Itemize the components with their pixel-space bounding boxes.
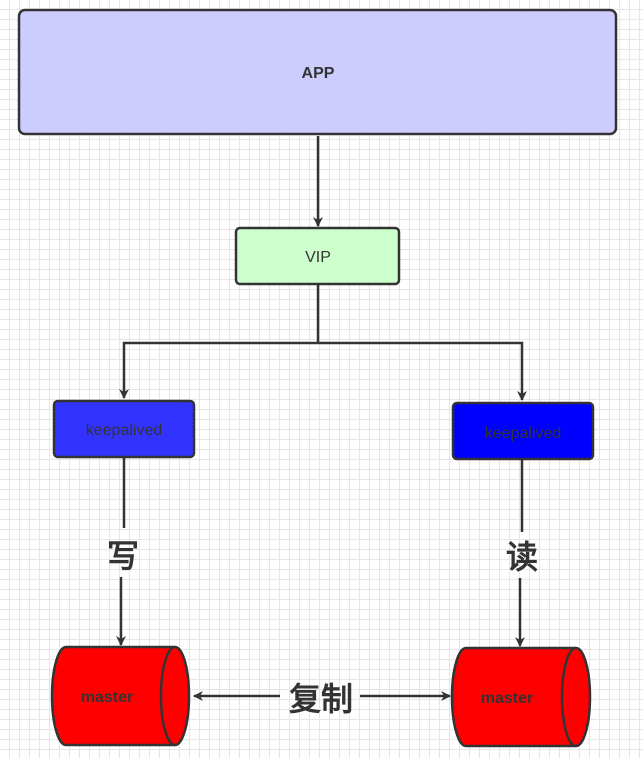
master-right-label: master [481,690,533,707]
keepalived-left-node[interactable]: keepalived [52,399,196,459]
write-label: 写 [107,538,139,574]
keepalived-left-label: keepalived [86,422,163,439]
app-node[interactable]: APP [17,8,618,136]
edge-vip-to-keepalived-right [318,341,527,401]
app-label: APP [302,65,335,82]
keepalived-right-label: keepalived [485,425,562,442]
architecture-diagram: APP VIP keepalived keepalived 写 读 复制 mas… [17,8,618,748]
master-right-node[interactable]: master [450,646,592,748]
edge-vip-to-keepalived-left [119,341,318,399]
master-left-label: master [81,689,133,706]
master-left-node[interactable]: master [50,645,191,747]
vip-node[interactable]: VIP [234,226,401,286]
replicate-label: 复制 [289,681,353,717]
vip-label: VIP [305,249,331,266]
keepalived-right-node[interactable]: keepalived [451,401,595,461]
read-label: 读 [506,539,538,575]
